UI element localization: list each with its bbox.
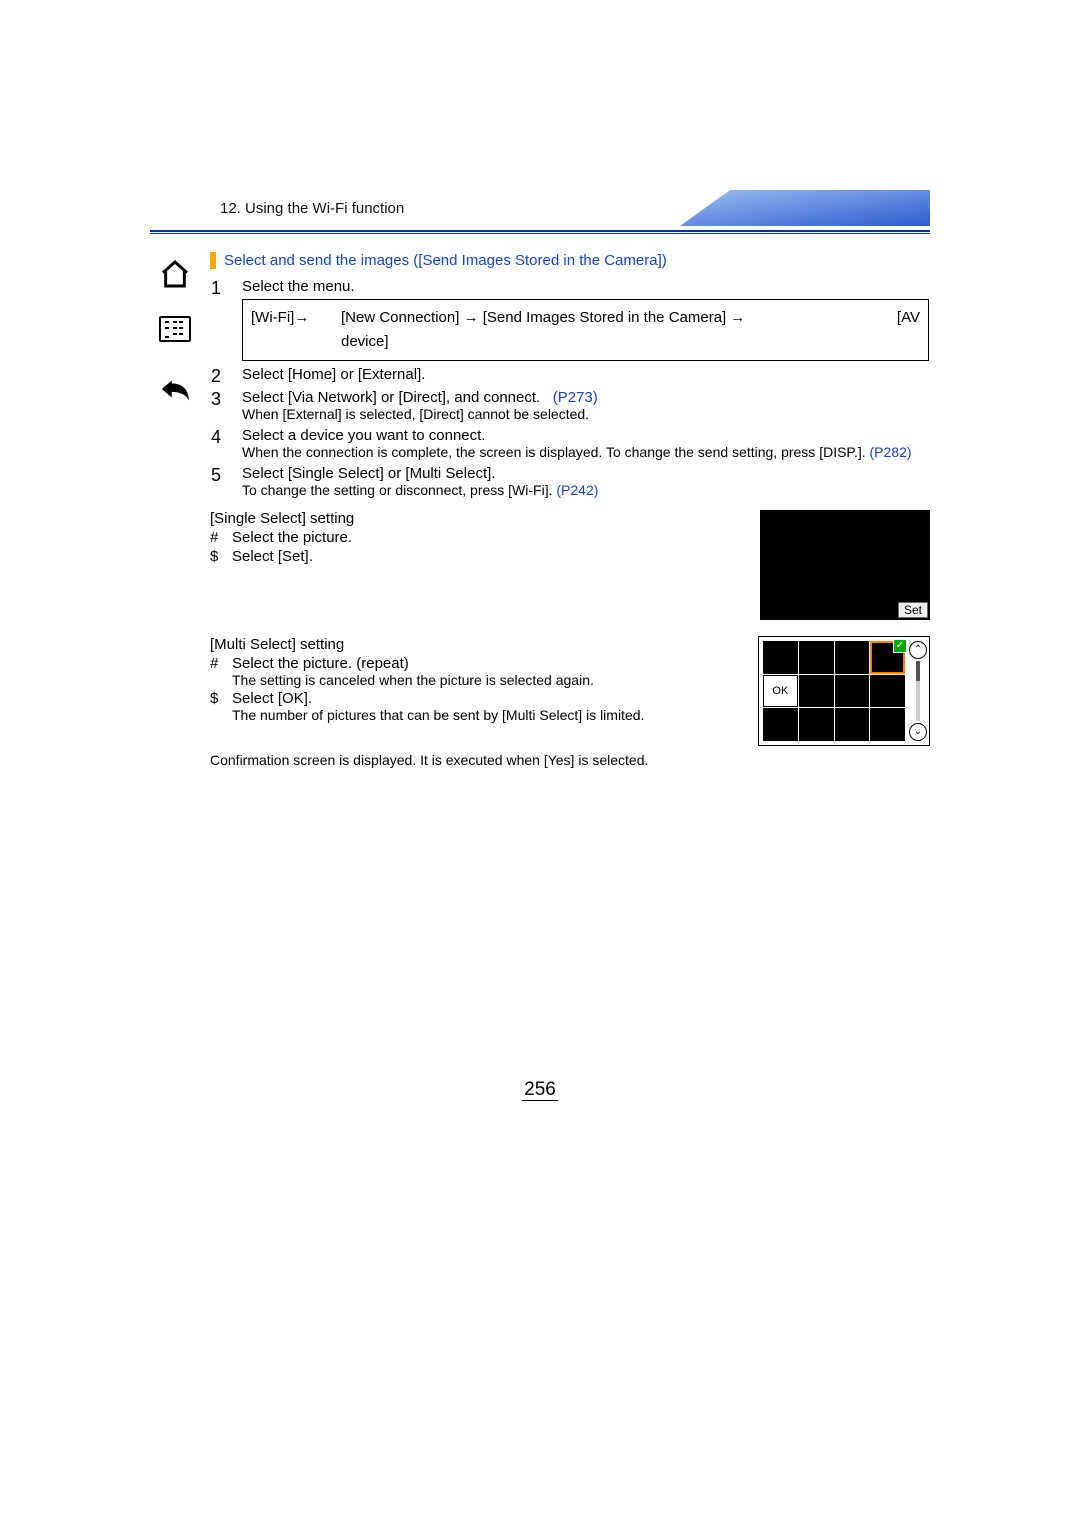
chapter-header: 12. Using the Wi-Fi function bbox=[150, 190, 930, 232]
bullet-text: Select the picture. bbox=[232, 529, 750, 546]
step-number: 1 bbox=[210, 277, 241, 365]
steps-list: 1 Select the menu. [Wi-Fi]→ [New Connect… bbox=[210, 277, 930, 502]
page-ref-link[interactable]: (P282) bbox=[870, 444, 912, 460]
single-select-figure: Set bbox=[760, 510, 930, 620]
subtext-body: When the connection is complete, the scr… bbox=[242, 444, 866, 460]
page-number-value: 256 bbox=[522, 1079, 558, 1101]
thumbnail-grid: ✓ OK bbox=[763, 641, 905, 741]
bullet-text: Select the picture. (repeat) bbox=[232, 655, 409, 672]
step-subtext: When [External] is selected, [Direct] ca… bbox=[242, 406, 929, 422]
bullet-text: Select [OK]. bbox=[232, 690, 312, 707]
step-subtext: To change the setting or disconnect, pre… bbox=[242, 482, 929, 498]
page-ref-link[interactable]: (P242) bbox=[556, 482, 598, 498]
subtext-body: To change the setting or disconnect, pre… bbox=[242, 482, 552, 498]
menu-segment: [AV bbox=[880, 306, 920, 330]
contents-icon[interactable] bbox=[159, 315, 191, 347]
menu-text: → [Send Images Stored in the Camera] → bbox=[459, 309, 745, 326]
scroll-up-icon: ⌃ bbox=[909, 641, 927, 659]
step-subtext: When the connection is complete, the scr… bbox=[242, 444, 929, 460]
scrollbar: ⌃ ⌄ bbox=[909, 641, 927, 741]
set-button-label: Set bbox=[898, 602, 928, 618]
ok-label: OK bbox=[772, 685, 788, 697]
step-number: 4 bbox=[210, 426, 241, 464]
page-number: 256 bbox=[0, 1079, 1080, 1101]
header-rule bbox=[150, 233, 930, 234]
bullet-mark: # bbox=[210, 655, 232, 688]
bullet-text: Select [Set]. bbox=[232, 548, 750, 565]
bullet-mark: $ bbox=[210, 690, 232, 723]
chapter-title: 12. Using the Wi-Fi function bbox=[220, 200, 404, 217]
confirmation-note: Confirmation screen is displayed. It is … bbox=[210, 752, 930, 768]
home-icon[interactable] bbox=[159, 258, 191, 290]
bullet-mark: # bbox=[210, 529, 232, 546]
subsection-title: [Single Select] setting bbox=[210, 510, 750, 527]
manual-page: 12. Using the Wi-Fi function Select and … bbox=[0, 0, 1080, 1526]
content-area: 12. Using the Wi-Fi function bbox=[150, 190, 930, 234]
menu-segment: device] bbox=[341, 330, 880, 354]
page-ref-link[interactable]: (P273) bbox=[553, 389, 598, 406]
multi-select-block: [Multi Select] setting # Select the pict… bbox=[210, 636, 930, 746]
bullet-subtext: The setting is canceled when the picture… bbox=[232, 672, 748, 688]
single-select-block: [Single Select] setting # Select the pic… bbox=[210, 510, 930, 620]
menu-segment: [Wi-Fi]→ bbox=[251, 306, 341, 330]
main-content: Select and send the images ([Send Images… bbox=[210, 252, 930, 768]
step-text: Select the menu. bbox=[242, 278, 929, 295]
scroll-down-icon: ⌄ bbox=[909, 723, 927, 741]
back-icon[interactable] bbox=[159, 372, 191, 404]
step-text: Select [Single Select] or [Multi Select]… bbox=[242, 465, 495, 482]
header-decoration bbox=[680, 190, 930, 226]
menu-path-box: [Wi-Fi]→ [New Connection] → [Send Images… bbox=[242, 299, 929, 361]
step-number: 2 bbox=[210, 365, 241, 388]
sidebar bbox=[150, 250, 200, 429]
bullet-subtext: The number of pictures that can be sent … bbox=[232, 707, 748, 723]
ok-cell: OK bbox=[763, 675, 798, 708]
step-text: Select a device you want to connect. bbox=[242, 427, 485, 444]
step-text: Select [Via Network] or [Direct], and co… bbox=[242, 389, 540, 406]
multi-select-figure: ✓ OK ⌃ ⌄ bbox=[758, 636, 930, 746]
section-title: Select and send the images ([Send Images… bbox=[210, 252, 930, 269]
menu-text: [New Connection] bbox=[341, 309, 459, 326]
step-number: 3 bbox=[210, 388, 241, 426]
check-icon: ✓ bbox=[893, 639, 907, 653]
bullet-mark: $ bbox=[210, 548, 232, 565]
selected-cell: ✓ bbox=[870, 641, 905, 674]
subsection-title: [Multi Select] setting bbox=[210, 636, 748, 653]
step-number: 5 bbox=[210, 464, 241, 502]
step-text: Select [Home] or [External]. bbox=[242, 366, 425, 383]
menu-segment: [New Connection] → [Send Images Stored i… bbox=[341, 306, 880, 330]
